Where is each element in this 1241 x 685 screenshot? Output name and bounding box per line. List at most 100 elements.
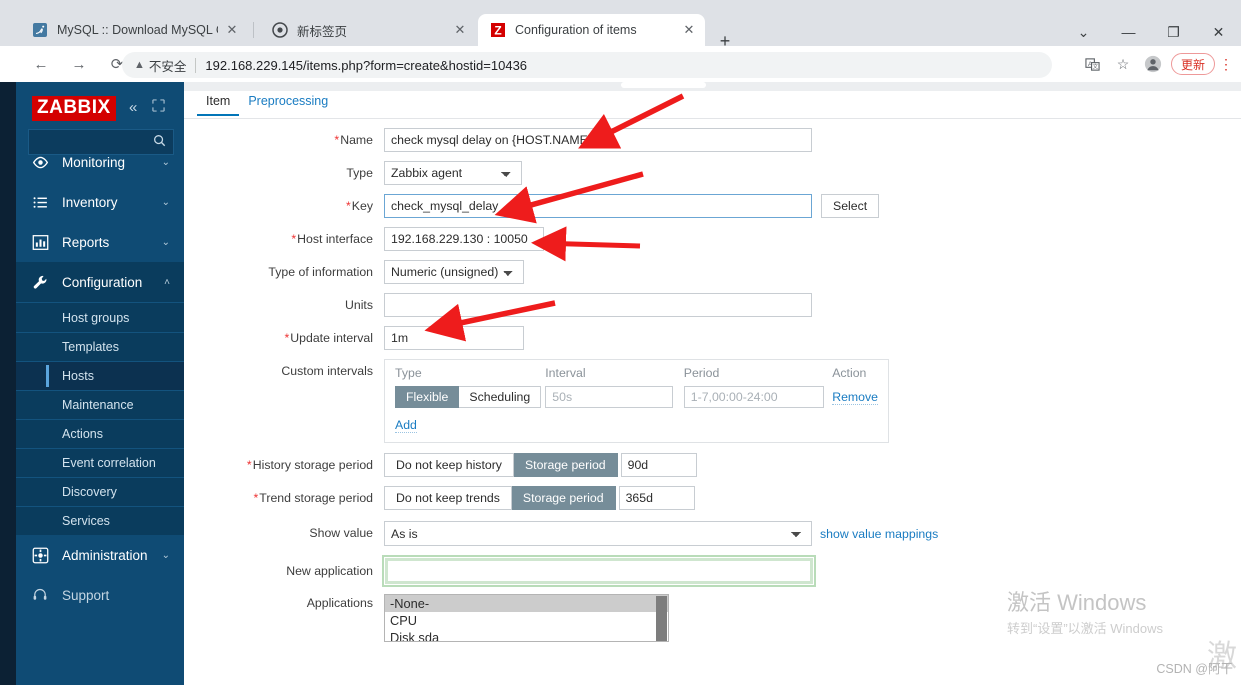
window-close-button[interactable]: ✕	[1196, 16, 1241, 48]
show-value-select[interactable]: As is	[384, 521, 812, 546]
window-controls: ⌄ — ❐ ✕	[1041, 16, 1241, 48]
required-marker: *	[346, 199, 351, 213]
back-button[interactable]: ←	[26, 49, 56, 79]
trend-do-not-keep-button[interactable]: Do not keep trends	[384, 486, 512, 510]
type-select[interactable]: Zabbix agent	[384, 161, 522, 185]
tab-preprocessing[interactable]: Preprocessing	[239, 91, 337, 115]
applications-option-disk-sda[interactable]: Disk sda	[385, 629, 668, 641]
tab-item[interactable]: Item	[197, 91, 240, 116]
window-minimize-button[interactable]: —	[1106, 16, 1151, 48]
history-storage-period-field-wrap: Do not keep history Storage period	[384, 453, 697, 477]
type-of-information-select[interactable]: Numeric (unsigned)	[384, 260, 524, 284]
remove-interval-link[interactable]: Remove	[832, 390, 878, 405]
sidebar-item-services[interactable]: Services	[16, 506, 184, 535]
forward-button[interactable]: →	[64, 49, 94, 79]
hide-sidebar-icon[interactable]	[152, 99, 165, 115]
form-tab-bar: Item Preprocessing	[184, 91, 1241, 119]
name-input[interactable]	[384, 128, 812, 152]
chrome-menu-icon[interactable]: ⋮	[1217, 50, 1235, 78]
browser-tab-2[interactable]: 新标签页 ✕	[260, 14, 476, 46]
form-row-name: *Name	[184, 128, 1241, 152]
omnibox[interactable]: ▲ 不安全 192.168.229.145/items.php?form=cre…	[122, 52, 1052, 78]
applications-listbox[interactable]: -None- CPU Disk sda	[384, 594, 669, 642]
sidebar-item-maintenance-label: Maintenance	[62, 398, 134, 412]
show-value-field-wrap: As is show value mappings	[384, 521, 938, 546]
browser-tab-2-title: 新标签页	[297, 24, 348, 39]
chevron-up-icon: ˄	[164, 276, 170, 288]
custom-intervals-field-wrap: Type Interval Period Action Flexible Sch…	[384, 359, 889, 443]
chevron-down-icon: ⌄	[161, 549, 170, 561]
interval-type-scheduling-button[interactable]: Scheduling	[459, 386, 542, 408]
browser-tab-2-close-icon[interactable]: ✕	[452, 22, 468, 38]
history-do-not-keep-button[interactable]: Do not keep history	[384, 453, 514, 477]
sidebar-item-reports[interactable]: Reports ⌄	[16, 222, 184, 262]
units-input[interactable]	[384, 293, 812, 317]
form-row-units: Units	[184, 293, 1241, 317]
form-row-key: *Key Select	[184, 194, 1241, 218]
sidebar-item-hosts[interactable]: Hosts	[16, 361, 184, 390]
zabbix-logo[interactable]: ZABBIX	[32, 96, 116, 121]
headset-icon	[28, 587, 52, 603]
history-storage-period-input[interactable]	[620, 453, 697, 477]
collapse-sidebar-icon[interactable]: «	[129, 99, 137, 116]
address-bar-actions: A文 ☆ 更新 ⋮	[1079, 50, 1235, 78]
new-application-field-wrap	[382, 555, 816, 587]
trend-storage-toggle: Do not keep trends Storage period	[384, 486, 616, 510]
sidebar-item-actions-label: Actions	[62, 427, 103, 441]
applications-scrollbar-thumb[interactable]	[656, 596, 667, 641]
sidebar-item-support[interactable]: Support	[16, 575, 184, 615]
history-storage-period-button[interactable]: Storage period	[513, 453, 618, 477]
host-interface-input[interactable]	[384, 227, 544, 251]
sidebar-configuration-submenu: Host groups Templates Hosts Maintenance …	[16, 302, 184, 535]
eye-icon	[28, 154, 52, 171]
form-row-custom-intervals: Custom intervals Type Interval Period Ac…	[184, 359, 1241, 443]
sidebar-item-event-correlation[interactable]: Event correlation	[16, 448, 184, 477]
trend-storage-period-button[interactable]: Storage period	[511, 486, 616, 510]
sidebar-item-templates[interactable]: Templates	[16, 332, 184, 361]
host-interface-label: *Host interface	[291, 232, 373, 246]
applications-option-cpu[interactable]: CPU	[385, 612, 668, 629]
window-maximize-button[interactable]: ❐	[1151, 16, 1196, 48]
sidebar-item-administration-label: Administration	[62, 547, 148, 563]
add-interval-link[interactable]: Add	[395, 418, 417, 433]
form-row-history-storage-period: *History storage period Do not keep hist…	[184, 453, 1241, 477]
browser-tab-1[interactable]: MySQL :: Download MySQL Co ✕	[20, 14, 248, 46]
key-input[interactable]	[384, 194, 812, 218]
sidebar-item-discovery[interactable]: Discovery	[16, 477, 184, 506]
tab-search-chevron-icon[interactable]: ⌄	[1061, 16, 1106, 48]
show-value-mappings-link[interactable]: show value mappings	[820, 527, 938, 541]
type-label: Type	[346, 166, 373, 180]
name-label: *Name	[334, 133, 373, 147]
svg-text:Z: Z	[494, 24, 501, 38]
sidebar-item-administration[interactable]: Administration ⌄	[16, 535, 184, 575]
csdn-credit: CSDN @阿干	[1156, 662, 1233, 676]
browser-tab-1-close-icon[interactable]: ✕	[224, 22, 240, 38]
applications-option-none[interactable]: -None-	[385, 595, 668, 612]
sidebar-item-monitoring[interactable]: Monitoring ⌄	[16, 142, 184, 182]
update-button[interactable]: 更新	[1170, 53, 1215, 75]
chevron-down-icon: ⌄	[161, 196, 170, 208]
custom-interval-input[interactable]	[545, 386, 674, 408]
profile-avatar-icon[interactable]	[1139, 50, 1167, 78]
sidebar-item-configuration[interactable]: Configuration ˄	[16, 262, 184, 302]
browser-tab-3-close-icon[interactable]: ✕	[681, 22, 697, 38]
update-interval-input[interactable]	[384, 326, 524, 350]
star-icon[interactable]: ☆	[1109, 50, 1137, 78]
translate-icon[interactable]: A文	[1079, 50, 1107, 78]
sidebar-item-maintenance[interactable]: Maintenance	[16, 390, 184, 419]
sidebar-item-actions[interactable]: Actions	[16, 419, 184, 448]
new-application-input[interactable]	[382, 555, 816, 587]
trend-storage-period-input[interactable]	[618, 486, 695, 510]
custom-intervals-type-cell: Flexible Scheduling	[395, 386, 545, 416]
key-select-button[interactable]: Select	[821, 194, 880, 218]
interval-type-flexible-button[interactable]: Flexible	[395, 386, 460, 408]
browser-tab-3[interactable]: Z Configuration of items ✕	[478, 14, 705, 46]
sidebar-item-discovery-label: Discovery	[62, 485, 117, 499]
sidebar-gutter	[0, 82, 16, 685]
interval-type-toggle: Flexible Scheduling	[395, 386, 542, 408]
custom-period-input[interactable]	[683, 386, 824, 408]
sidebar-item-host-groups[interactable]: Host groups	[16, 303, 184, 332]
name-field-wrap	[384, 128, 812, 152]
windows-activation-watermark: 激活 Windows 转到“设置”以激活 Windows	[1007, 585, 1163, 637]
sidebar-item-inventory[interactable]: Inventory ⌄	[16, 182, 184, 222]
